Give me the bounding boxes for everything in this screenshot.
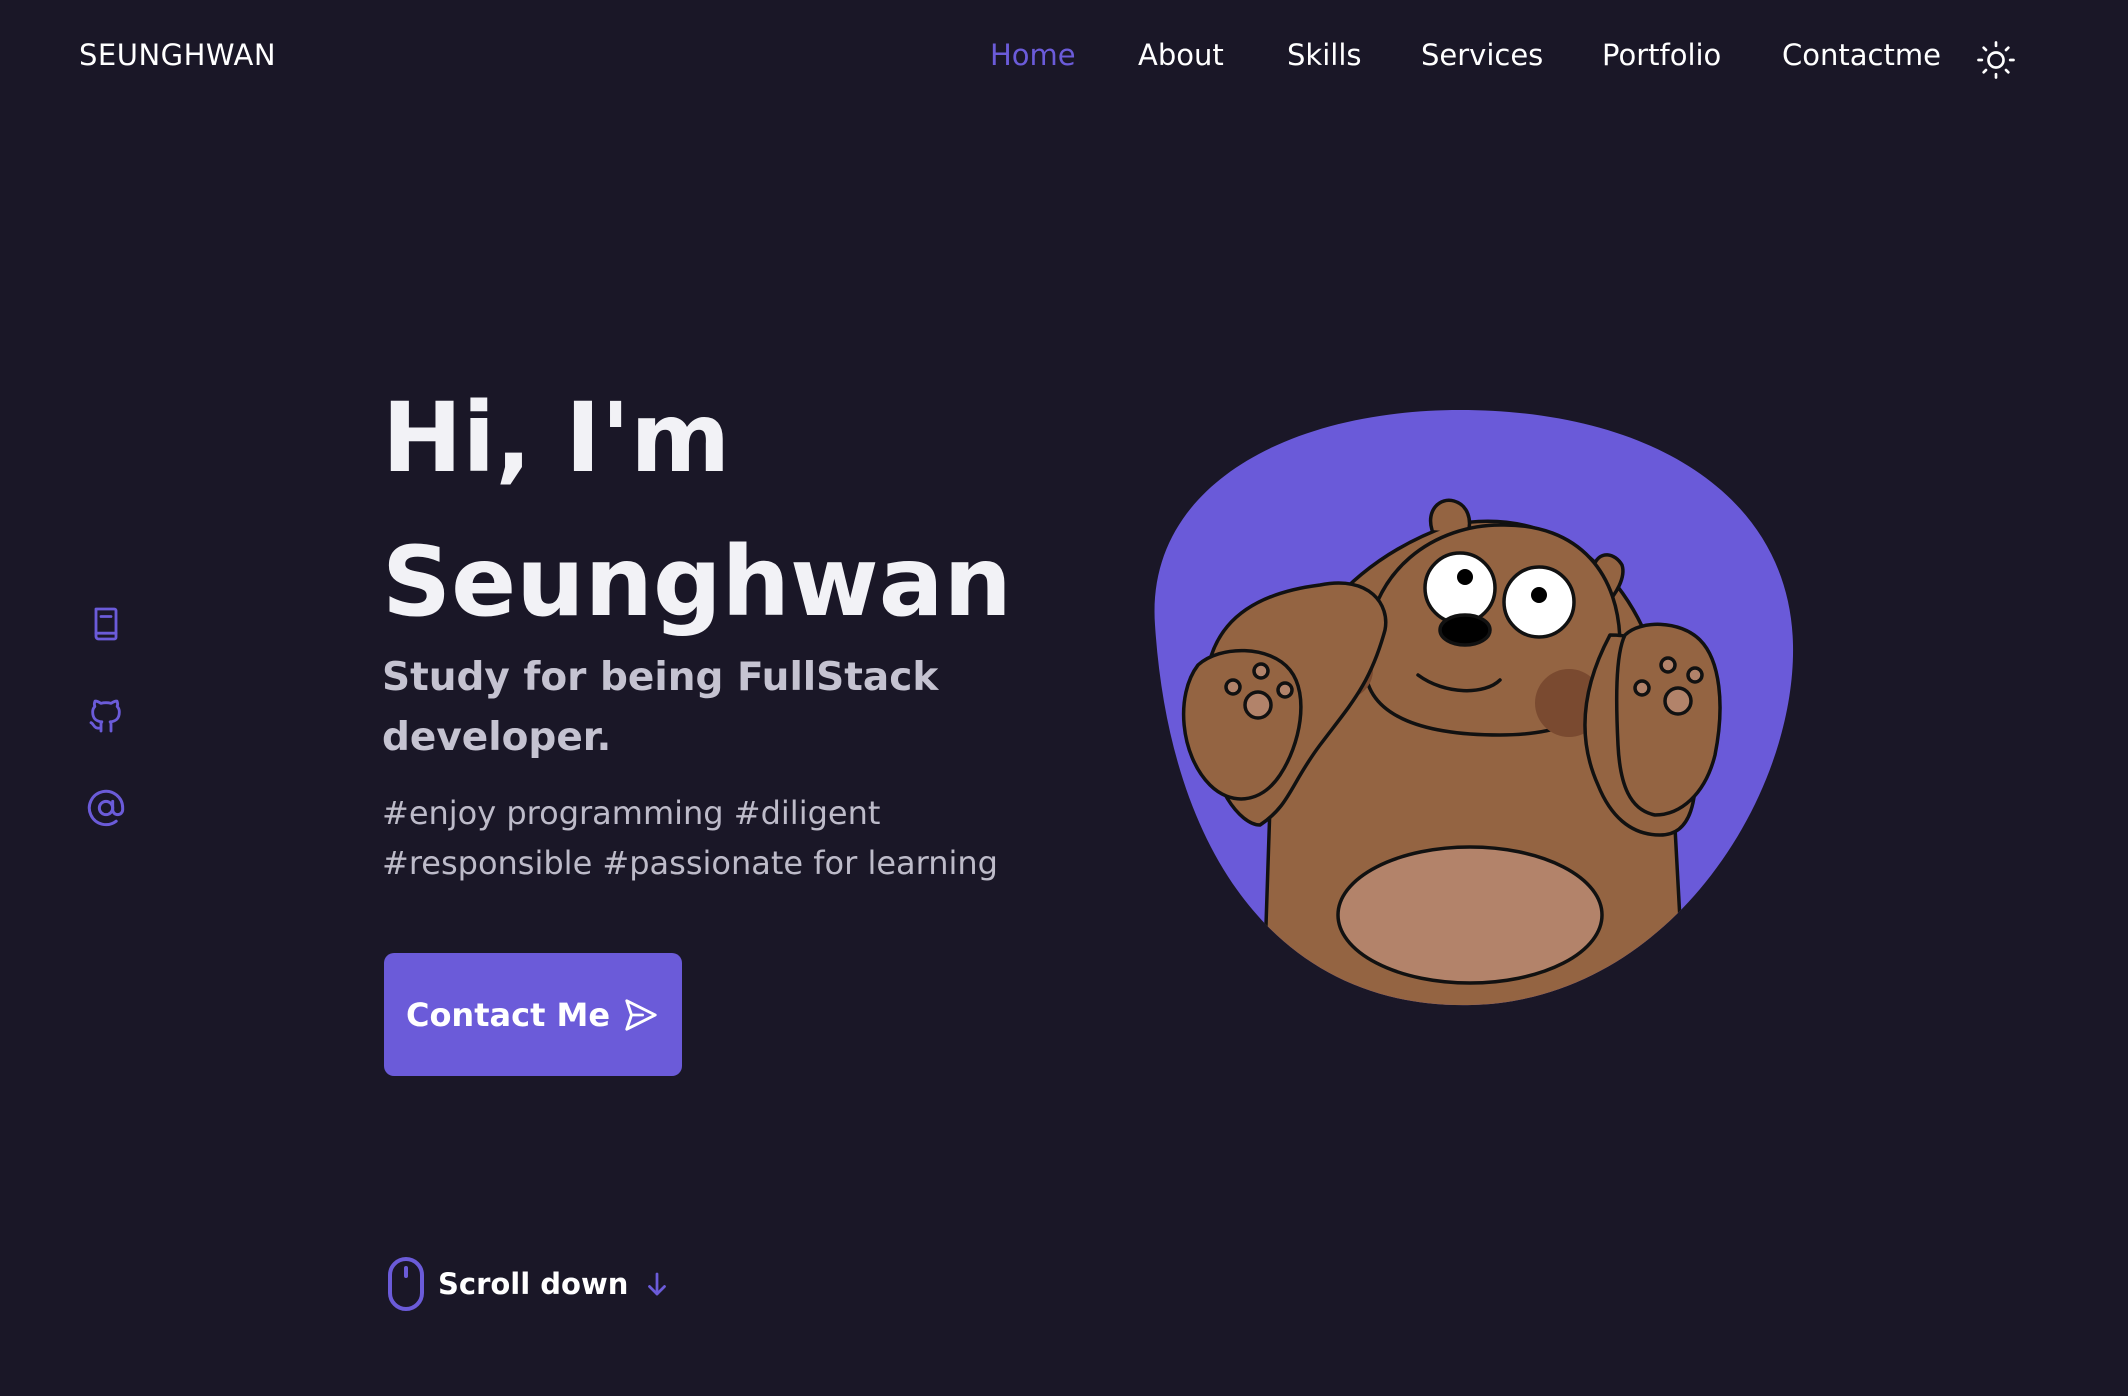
scroll-down-link[interactable]: Scroll down <box>386 1256 672 1312</box>
hero-image <box>1154 410 1794 1006</box>
nav-services[interactable]: Services <box>1421 38 1543 72</box>
mouse-icon <box>388 1257 424 1311</box>
theme-toggle-button[interactable] <box>1976 40 2016 80</box>
contact-me-label: Contact Me <box>405 995 611 1034</box>
hero-title-line2: Seunghwan <box>382 526 1012 638</box>
contact-me-button[interactable]: Contact Me <box>384 953 682 1076</box>
scroll-down-label: Scroll down <box>438 1267 629 1301</box>
at-sign-icon <box>87 789 125 827</box>
social-link-email[interactable] <box>86 788 126 828</box>
arrow-down-icon <box>648 1272 667 1296</box>
nav-portfolio[interactable]: Portfolio <box>1602 38 1721 72</box>
page: SEUNGHWAN Home About Skills Services Por… <box>0 0 2128 1396</box>
nav-about[interactable]: About <box>1138 38 1224 72</box>
nav-skills[interactable]: Skills <box>1287 38 1361 72</box>
nav-contactme[interactable]: Contactme <box>1782 38 1941 72</box>
github-icon <box>89 699 121 733</box>
hero-tags: #enjoy programming #diligent #responsibl… <box>382 794 998 882</box>
nav-home[interactable]: Home <box>990 38 1076 72</box>
social-link-github[interactable] <box>86 696 126 736</box>
hero-title-line1: Hi, I'm <box>382 382 731 494</box>
book-icon <box>94 607 118 641</box>
hero-subtitle: Study for being FullStack developer. <box>382 655 939 760</box>
hero-title: Hi, I'm Seunghwan <box>382 366 1012 654</box>
send-icon <box>625 998 657 1031</box>
main-nav: Home About Skills Services Portfolio Con… <box>0 38 2128 82</box>
social-link-blog[interactable] <box>86 604 126 644</box>
sun-icon <box>1977 41 2015 79</box>
